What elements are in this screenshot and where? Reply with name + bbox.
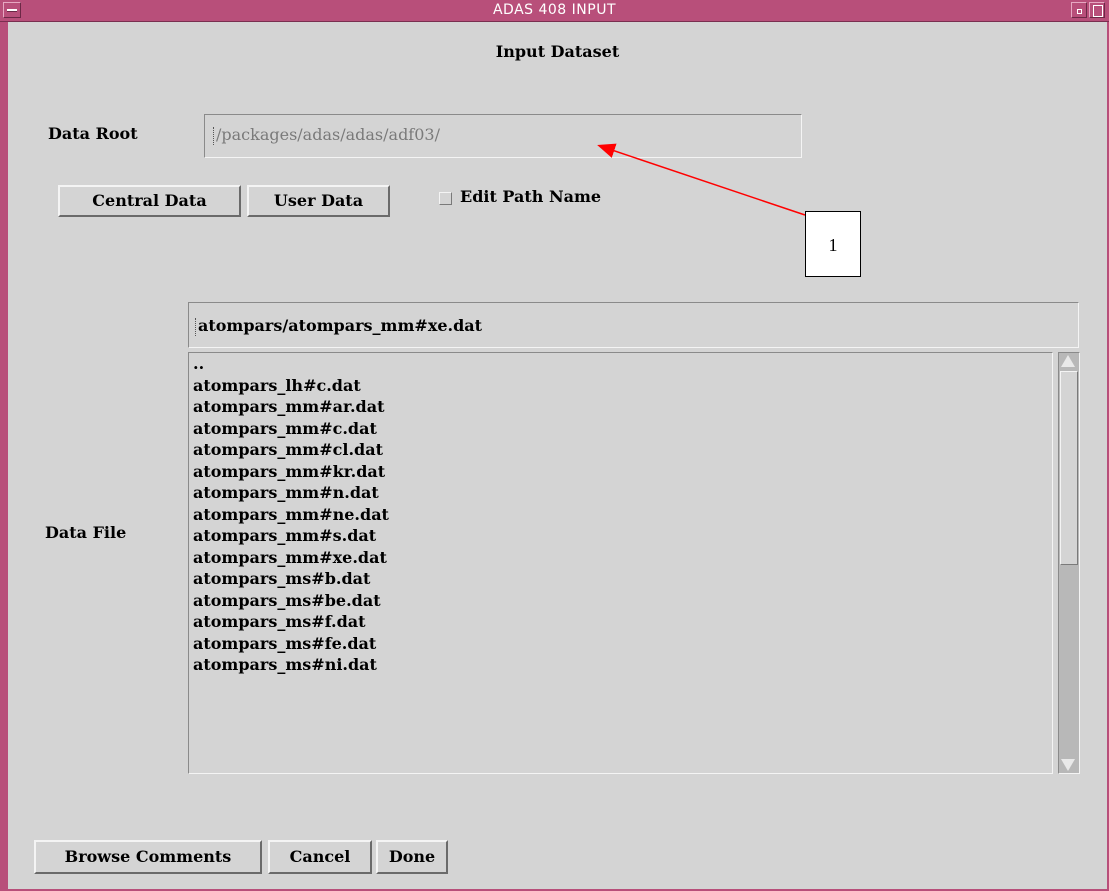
data-file-value: atompars/atompars_mm#xe.dat bbox=[198, 316, 483, 335]
user-data-button[interactable]: User Data bbox=[247, 185, 390, 217]
list-item[interactable]: .. bbox=[189, 353, 1052, 375]
list-item[interactable]: atompars_mm#ar.dat bbox=[189, 396, 1052, 418]
cancel-button[interactable]: Cancel bbox=[268, 840, 372, 874]
title-bar[interactable]: ADAS 408 INPUT bbox=[0, 0, 1109, 22]
list-item[interactable]: atompars_mm#kr.dat bbox=[189, 461, 1052, 483]
done-button[interactable]: Done bbox=[376, 840, 448, 874]
scroll-up-arrow-icon[interactable] bbox=[1061, 355, 1075, 367]
file-list-scrollbar[interactable] bbox=[1058, 352, 1080, 774]
text-cursor bbox=[195, 317, 197, 336]
list-item[interactable]: atompars_mm#xe.dat bbox=[189, 547, 1052, 569]
data-file-label: Data File bbox=[45, 523, 127, 542]
list-item[interactable]: atompars_mm#ne.dat bbox=[189, 504, 1052, 526]
maximize-icon[interactable] bbox=[1089, 2, 1105, 18]
central-data-button[interactable]: Central Data bbox=[58, 185, 241, 217]
scroll-down-arrow-icon[interactable] bbox=[1061, 759, 1075, 771]
list-item[interactable]: atompars_lh#c.dat bbox=[189, 375, 1052, 397]
list-item[interactable]: atompars_ms#f.dat bbox=[189, 611, 1052, 633]
list-item[interactable]: atompars_mm#cl.dat bbox=[189, 439, 1052, 461]
list-item[interactable]: atompars_mm#c.dat bbox=[189, 418, 1052, 440]
data-root-label: Data Root bbox=[48, 124, 138, 143]
data-file-field[interactable]: atompars/atompars_mm#xe.dat bbox=[188, 302, 1079, 348]
file-list[interactable]: .. atompars_lh#c.dat atompars_mm#ar.dat ato… bbox=[188, 352, 1053, 774]
list-item[interactable]: atompars_ms#ni.dat bbox=[189, 654, 1052, 676]
data-root-field[interactable]: /packages/adas/adas/adf03/ bbox=[204, 114, 802, 158]
callout-number: 1 bbox=[805, 211, 861, 277]
minimize-icon[interactable] bbox=[1071, 2, 1087, 18]
list-item[interactable]: atompars_ms#be.dat bbox=[189, 590, 1052, 612]
edit-path-checkbox[interactable] bbox=[439, 192, 452, 205]
section-title: Input Dataset bbox=[495, 42, 620, 61]
adas-input-window: ADAS 408 INPUT Input Dataset Data Root /… bbox=[0, 0, 1109, 891]
edit-path-label: Edit Path Name bbox=[460, 187, 602, 206]
text-cursor bbox=[213, 126, 215, 145]
window-title: ADAS 408 INPUT bbox=[492, 2, 617, 18]
data-root-value: /packages/adas/adas/adf03/ bbox=[216, 125, 440, 144]
browse-comments-button[interactable]: Browse Comments bbox=[34, 840, 262, 874]
list-item[interactable]: atompars_ms#fe.dat bbox=[189, 633, 1052, 655]
list-item[interactable]: atompars_mm#s.dat bbox=[189, 525, 1052, 547]
scrollbar-thumb[interactable] bbox=[1060, 371, 1078, 565]
list-item[interactable]: atompars_ms#b.dat bbox=[189, 568, 1052, 590]
list-item[interactable]: atompars_mm#n.dat bbox=[189, 482, 1052, 504]
